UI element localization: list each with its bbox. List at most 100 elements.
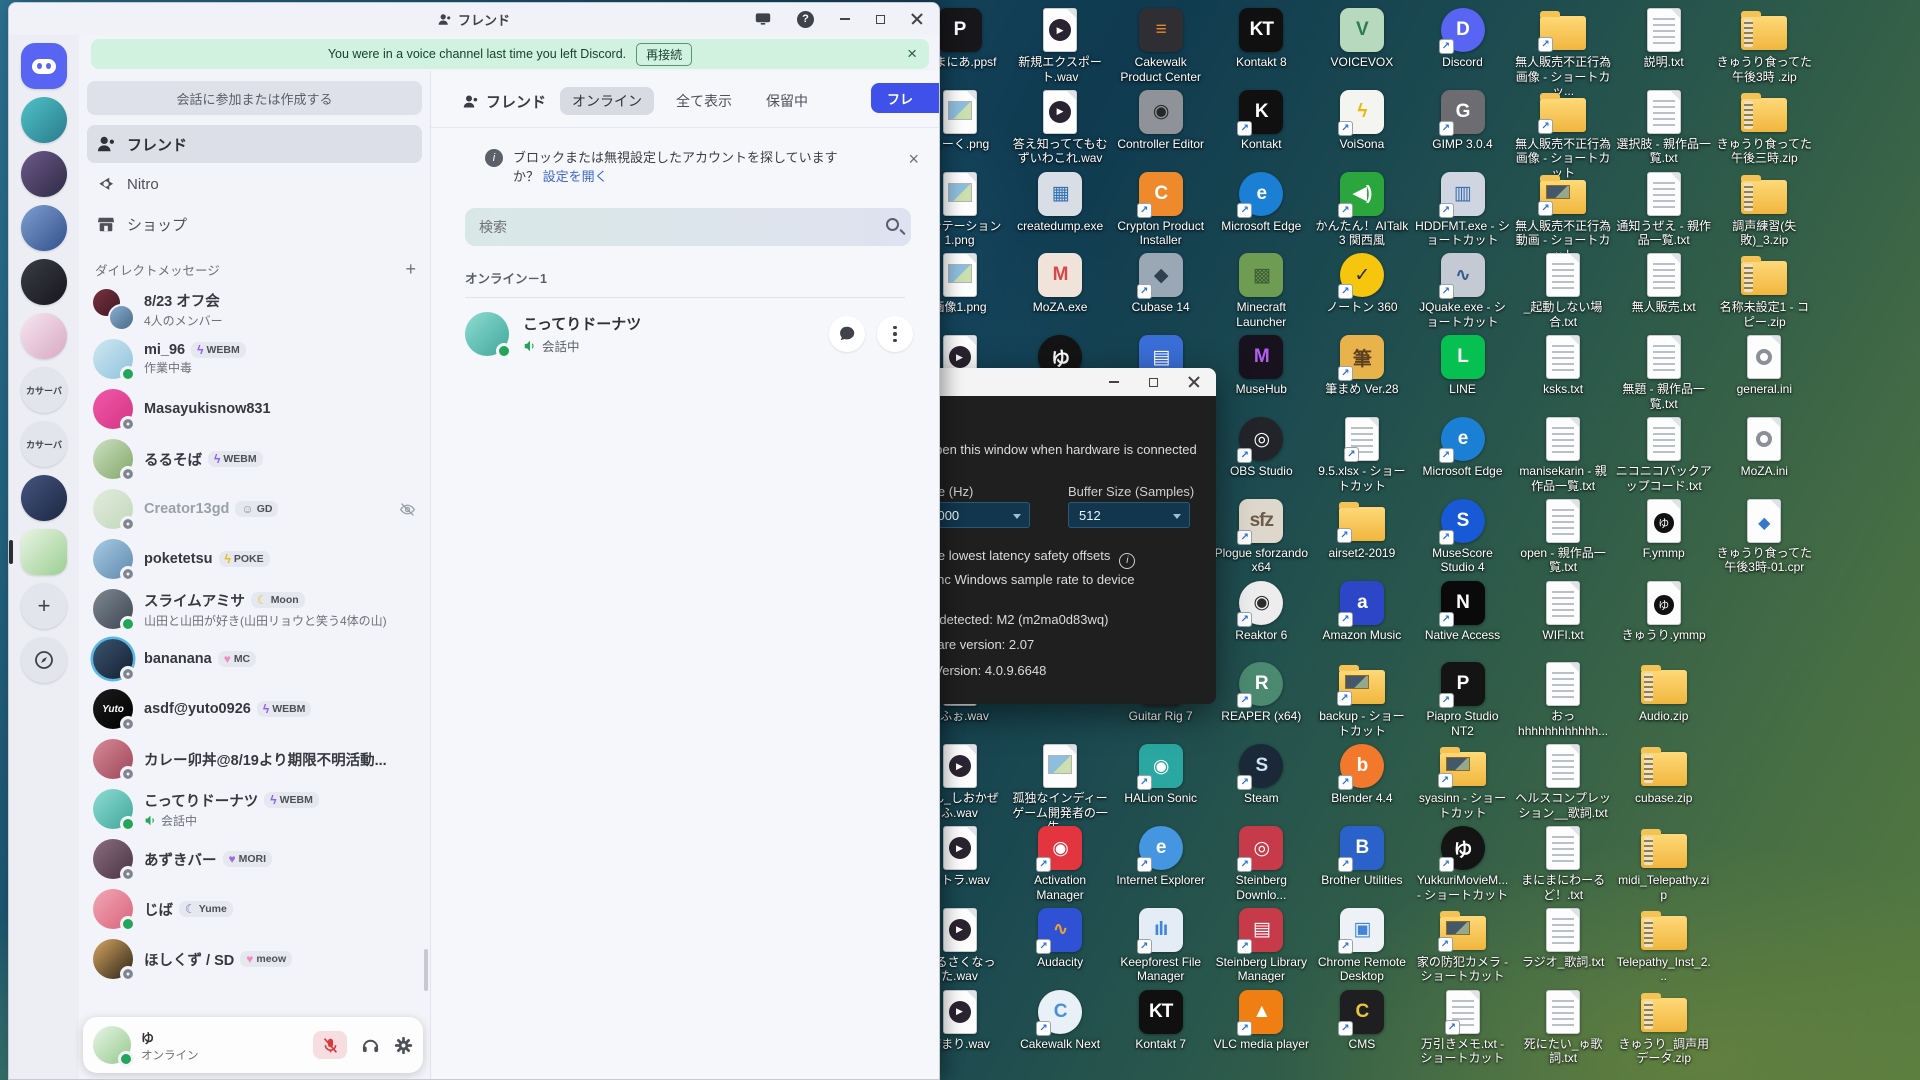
desktop-icon[interactable]: ゆ F.ymmp <box>1616 497 1712 561</box>
desktop-icon[interactable]: S ↗ Steam <box>1213 742 1309 806</box>
desktop-icon[interactable]: ∿ ↗ Audacity <box>1012 906 1108 970</box>
desktop-icon[interactable]: K ↗ Kontakt <box>1213 88 1309 152</box>
dm-row[interactable]: カレー卯丼@8/19より期限不明活動... <box>87 734 422 784</box>
desktop-icon[interactable]: ▤ ↗ Steinberg Library Manager <box>1213 906 1309 984</box>
desktop-icon[interactable]: cubase.zip <box>1616 742 1712 806</box>
desktop-icon[interactable]: Audio.zip <box>1616 660 1712 724</box>
desktop-icon[interactable]: ↗ airset2-2019 <box>1314 497 1410 561</box>
desktop-icon[interactable]: 死にたい_ゅ歌詞.txt <box>1515 988 1611 1066</box>
desktop-icon[interactable]: きゅうり食ってた午後三時.zip <box>1716 88 1812 166</box>
desktop-icon[interactable]: ◆ きゅうり食ってた午後3時-01.cpr <box>1716 497 1812 575</box>
desktop-icon[interactable]: きゅうり_調声用データ.zip <box>1616 988 1712 1066</box>
rail-item-logo[interactable] <box>21 43 67 89</box>
buffer-size-select[interactable]: 512 <box>1068 502 1190 528</box>
desktop-icon[interactable]: e ↗ Microsoft Edge <box>1415 415 1511 479</box>
desktop-icon[interactable]: C ↗ Cakewalk Next <box>1012 988 1108 1052</box>
desktop-icon[interactable]: ▣ ↗ Chrome Remote Desktop <box>1314 906 1410 984</box>
desktop-icon[interactable]: ↗ 万引きメモ.txt - ショートカット <box>1415 988 1511 1066</box>
screen-share-button[interactable] <box>755 12 771 26</box>
desktop-icon[interactable]: ◉ Controller Editor <box>1113 88 1209 152</box>
tab-全て表示[interactable]: 全て表示 <box>664 87 744 115</box>
desktop-icon[interactable]: ≡ Cakewalk Product Center <box>1113 6 1209 84</box>
rail-item-server[interactable] <box>21 97 67 143</box>
desktop-icon[interactable]: ◉ ↗ Reaktor 6 <box>1213 579 1309 643</box>
desktop-icon[interactable]: a ↗ Amazon Music <box>1314 579 1410 643</box>
desktop-icon[interactable]: KT Kontakt 8 <box>1213 6 1309 70</box>
desktop-icon[interactable]: V VOICEVOX <box>1314 6 1410 70</box>
avatar[interactable] <box>93 1026 134 1067</box>
rail-item-server[interactable] <box>21 259 67 305</box>
rail-item-server[interactable] <box>21 475 67 521</box>
desktop-icon[interactable]: 孤独なインディーゲーム開発者の一生 ... <box>1012 742 1108 835</box>
dm-row[interactable]: Creator13gd ☺ GD <box>87 484 422 534</box>
desktop-icon[interactable]: L LINE <box>1415 333 1511 397</box>
tab-保留中[interactable]: 保留中 <box>754 87 820 115</box>
rail-item-text[interactable]: カサーバ <box>21 421 67 467</box>
lowest-latency-checkbox-label[interactable]: Use lowest latency safety offsets i <box>922 548 1136 569</box>
desktop-icon[interactable]: ゆきゅうり.ymmp <box>1616 579 1712 643</box>
desktop-icon[interactable]: ∿ ↗ JQuake.exe - ショートカット <box>1415 251 1511 329</box>
search-input[interactable] <box>465 208 911 246</box>
desktop-icon[interactable]: 選択肢 - 親作品一覧.txt <box>1616 88 1712 166</box>
desktop-icon[interactable]: ksks.txt <box>1515 333 1611 397</box>
desktop-icon[interactable]: ◎ ↗ Steinberg Downlo... <box>1213 824 1309 902</box>
desktop-icon[interactable]: ılı ↗ Keepforest File Manager <box>1113 906 1209 984</box>
deafen-button[interactable] <box>361 1036 380 1055</box>
dm-row[interactable]: ほしくず / SD ♥ meow <box>87 934 422 984</box>
desktop-icon[interactable]: 無題 - 親作品一覧.txt <box>1616 333 1712 411</box>
desktop-icon[interactable]: b ↗ Blender 4.4 <box>1314 742 1410 806</box>
desktop-icon[interactable]: midi_Telepathy.zip <box>1616 824 1712 902</box>
join-or-create-conversation-button[interactable]: 会話に参加または作成する <box>87 81 422 115</box>
dm-row[interactable]: スライムアミサ ☾ Moon 山田と山田が好き(山田リョウと笑う4体の山) <box>87 584 422 634</box>
desktop-icon[interactable]: ▶ 新規エクスポート.wav <box>1012 6 1108 84</box>
desktop-icon[interactable]: 説明.txt <box>1616 6 1712 70</box>
desktop-icon[interactable]: ↗ 9.5.xlsx - ショートカット <box>1314 415 1410 493</box>
rail-item-server[interactable] <box>9 529 67 575</box>
desktop-icon[interactable]: おっhhhhhhhhhhhh... <box>1515 660 1611 738</box>
dm-row[interactable]: mi_96 ϟ WEBM 作業中毒 <box>87 334 422 384</box>
desktop-icon[interactable]: ◉ ↗ Activation Manager <box>1012 824 1108 902</box>
desktop-icon[interactable]: ▥ ↗ HDDFMT.exe - ショートカット <box>1415 170 1511 248</box>
desktop-icon[interactable]: 筆 ↗ 筆まめ Ver.28 <box>1314 333 1410 397</box>
notice-close-icon[interactable]: × <box>908 150 919 169</box>
message-button[interactable] <box>829 316 865 352</box>
desktop-icon[interactable]: _起動しない場合.txt <box>1515 251 1611 329</box>
rail-item-server[interactable] <box>21 151 67 197</box>
rail-item-text[interactable]: カサーバ <box>21 367 67 413</box>
friend-row[interactable]: こってりドーナツ 会話中 <box>455 304 923 364</box>
sidebar-item-friends[interactable]: フレンド <box>87 125 422 163</box>
desktop-icon[interactable]: 無人販売.txt <box>1616 251 1712 315</box>
tab-オンライン[interactable]: オンライン <box>560 87 655 115</box>
dm-row[interactable]: るるそば ϟ WEBM <box>87 434 422 484</box>
add-friend-button[interactable]: フレ <box>871 83 939 113</box>
settings-button[interactable] <box>394 1036 413 1055</box>
desktop-icon[interactable]: きゅうり食ってた午後3時 .zip <box>1716 6 1812 84</box>
desktop-icon[interactable]: ▩ Minecraft Launcher <box>1213 251 1309 329</box>
desktop-icon[interactable]: ゆ ↗ YukkuriMovieM... - ショートカット <box>1415 824 1511 902</box>
sidebar-scrollbar[interactable] <box>424 949 428 991</box>
mic-mute-button[interactable] <box>313 1031 347 1059</box>
desktop-icon[interactable]: 通知うぜえ - 親作品一覧.txt <box>1616 170 1712 248</box>
desktop-icon[interactable]: Telepathy_Inst_2... <box>1616 906 1712 984</box>
create-dm-button[interactable]: + <box>405 259 416 280</box>
dm-row[interactable]: bananana ♥ MC <box>87 634 422 684</box>
desktop-icon[interactable]: 名称未設定1 - コピー.zip <box>1716 251 1812 329</box>
desktop-icon[interactable]: WIFI.txt <box>1515 579 1611 643</box>
desktop-icon[interactable]: 調声練習(失敗)_3.zip <box>1716 170 1812 248</box>
desktop-icon[interactable]: ↗ 家の防犯カメラ - ショートカット <box>1415 906 1511 984</box>
desktop-icon[interactable]: ↗ syasinn - ショートカット <box>1415 742 1511 820</box>
rail-item-explore[interactable] <box>21 637 67 683</box>
desktop-icon[interactable]: M MuseHub <box>1213 333 1309 397</box>
dm-row[interactable]: poketetsu ϟ POKE <box>87 534 422 584</box>
desktop-icon[interactable]: まにまにわーるど！.txt <box>1515 824 1611 902</box>
desktop-icon[interactable]: ◉ ↗ HALion Sonic <box>1113 742 1209 806</box>
desktop-icon[interactable]: D ↗ Discord <box>1415 6 1511 70</box>
desktop-icon[interactable]: S ↗ MuseScore Studio 4 <box>1415 497 1511 575</box>
desktop-icon[interactable]: KT Kontakt 7 <box>1113 988 1209 1052</box>
help-button[interactable]: ? <box>797 10 814 28</box>
desktop-icon[interactable]: ◆ ↗ Cubase 14 <box>1113 251 1209 315</box>
window-close-button[interactable] <box>911 13 923 25</box>
rail-item-server[interactable] <box>21 313 67 359</box>
desktop-icon[interactable]: open - 親作品一覧.txt <box>1515 497 1611 575</box>
dm-row[interactable]: Masayukisnow831 <box>87 384 422 434</box>
